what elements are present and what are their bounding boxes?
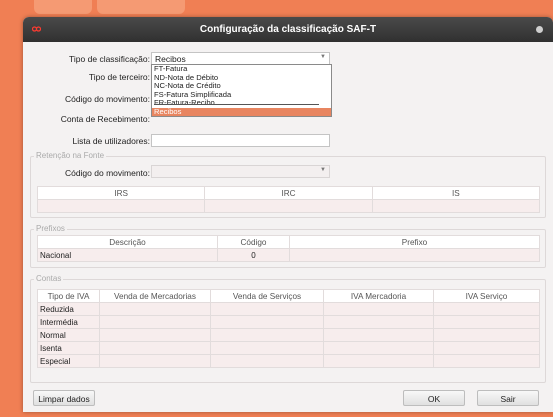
col-codigo: Código — [217, 235, 290, 249]
iva-servico-cell[interactable] — [433, 341, 540, 355]
tipo-classificacao-dropdown: FT-Fatura ND-Nota de Débito NC-Nota de C… — [151, 64, 332, 117]
col-descricao: Descrição — [37, 235, 218, 249]
retencao-table: IRS IRC IS — [36, 186, 541, 213]
iva-mercadoria-cell[interactable] — [323, 328, 434, 342]
venda-mercadorias-cell[interactable] — [99, 341, 211, 355]
venda-servicos-cell[interactable] — [210, 315, 324, 329]
iva-mercadoria-cell[interactable] — [323, 341, 434, 355]
limpar-dados-button[interactable]: Limpar dados — [33, 390, 95, 406]
iva-servico-cell[interactable] — [433, 354, 540, 368]
venda-mercadorias-cell[interactable] — [99, 315, 211, 329]
tipo-classificacao-label: Tipo de classificação: — [69, 54, 150, 64]
contas-legend: Contas — [34, 274, 64, 283]
background-tab — [34, 0, 92, 14]
col-prefixo: Prefixo — [289, 235, 540, 249]
iva-servico-cell[interactable] — [433, 328, 540, 342]
irc-cell[interactable] — [204, 199, 373, 213]
tipo-iva-cell: Normal — [37, 328, 100, 342]
table-row[interactable]: Intermédia — [37, 315, 540, 329]
retencao-codigo-select[interactable]: ▼ — [151, 165, 330, 178]
table-row[interactable]: Reduzida — [37, 302, 540, 316]
sair-button[interactable]: Sair — [477, 390, 539, 406]
iva-mercadoria-cell[interactable] — [323, 354, 434, 368]
col-iva-mercadoria: IVA Mercadoria — [323, 289, 434, 303]
codigo-movimento-label: Código do movimento: — [64, 94, 150, 104]
prefixos-legend: Prefixos — [34, 224, 67, 233]
ok-button[interactable]: OK — [403, 390, 465, 406]
window-title: Configuração da classificação SAF-T — [199, 24, 377, 35]
tipo-classificacao-value: Recibos — [155, 54, 186, 64]
tipo-iva-cell: Intermédia — [37, 315, 100, 329]
table-row[interactable]: Normal — [37, 328, 540, 342]
tipo-iva-cell: Reduzida — [37, 302, 100, 316]
venda-servicos-cell[interactable] — [210, 328, 324, 342]
col-iva-servico: IVA Serviço — [433, 289, 540, 303]
iva-servico-cell[interactable] — [433, 315, 540, 329]
is-cell[interactable] — [371, 199, 541, 213]
col-irc: IRC — [204, 186, 373, 200]
venda-mercadorias-cell[interactable] — [99, 354, 211, 368]
iva-mercadoria-cell[interactable] — [323, 315, 434, 329]
lista-utilizadores-label: Lista de utilizadores: — [72, 136, 151, 146]
col-tipo-iva: Tipo de IVA — [37, 289, 100, 303]
tipo-terceiro-label: Tipo de terceiro: — [88, 72, 150, 82]
dropdown-option-selected[interactable]: Recibos — [152, 107, 331, 116]
venda-servicos-cell[interactable] — [210, 354, 324, 368]
chevron-down-icon[interactable]: ▼ — [320, 167, 326, 173]
retencao-legend: Retenção na Fonte — [34, 151, 107, 160]
descricao-cell[interactable]: Nacional — [37, 248, 218, 262]
close-icon[interactable] — [536, 26, 543, 33]
venda-servicos-cell[interactable] — [210, 341, 324, 355]
iva-servico-cell[interactable] — [433, 302, 540, 316]
title-bar: Configuração da classificação SAF-T — [23, 17, 553, 42]
venda-servicos-cell[interactable] — [210, 302, 324, 316]
table-row[interactable]: Nacional 0 — [37, 248, 540, 262]
irs-cell[interactable] — [36, 199, 206, 213]
tipo-iva-cell: Isenta — [37, 341, 100, 355]
prefixo-cell[interactable] — [289, 248, 540, 262]
table-row[interactable]: Especial — [37, 354, 540, 368]
dropdown-option[interactable]: FR-Fatura-Recibo — [152, 98, 331, 108]
table-row[interactable]: Isenta — [37, 341, 540, 355]
prefixos-table: Descrição Código Prefixo Nacional 0 — [37, 235, 540, 262]
tipo-iva-cell: Especial — [37, 354, 100, 368]
col-is: IS — [371, 186, 541, 200]
lista-utilizadores-input[interactable] — [151, 134, 330, 147]
dialog-window: Configuração da classificação SAF-T Tipo… — [23, 17, 553, 412]
background-tab — [97, 0, 185, 14]
col-venda-servicos: Venda de Serviços — [210, 289, 324, 303]
venda-mercadorias-cell[interactable] — [99, 302, 211, 316]
iva-mercadoria-cell[interactable] — [323, 302, 434, 316]
contas-table: Tipo de IVA Venda de Mercadorias Venda d… — [37, 289, 540, 368]
retencao-codigo-label: Código do movimento: — [64, 168, 150, 178]
chevron-down-icon[interactable]: ▼ — [320, 54, 326, 60]
col-venda-mercadorias: Venda de Mercadorias — [99, 289, 211, 303]
conta-recebimento-label: Conta de Recebimento: — [60, 114, 150, 124]
codigo-cell[interactable]: 0 — [217, 248, 290, 262]
venda-mercadorias-cell[interactable] — [99, 328, 211, 342]
col-irs: IRS — [36, 186, 206, 200]
